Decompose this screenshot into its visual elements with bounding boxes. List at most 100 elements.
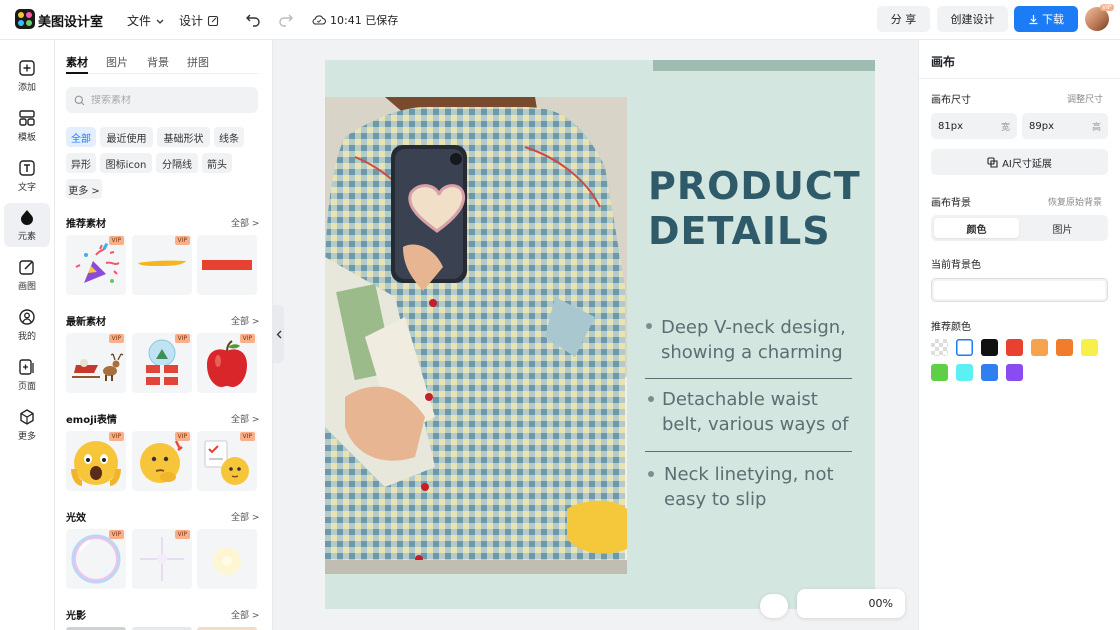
color-swatch[interactable] (981, 339, 998, 356)
color-swatch[interactable] (1081, 339, 1098, 356)
design-menu[interactable]: 设计 (179, 12, 219, 29)
zoom-control[interactable]: 00% (797, 589, 905, 618)
nav-elements[interactable]: 元素 (4, 203, 50, 247)
bullet-text[interactable]: Detachable waist (662, 387, 818, 412)
vip-badge: VIP (108, 530, 124, 539)
headline-line-1[interactable]: PRODUCT (648, 164, 861, 208)
tab-image[interactable]: 图片 (106, 54, 128, 70)
current-bg-color-field[interactable] (931, 278, 1108, 302)
design-canvas[interactable]: PRODUCT DETAILS Deep V-neck design, show… (325, 60, 875, 609)
nav-text[interactable]: 文字 (4, 154, 50, 198)
share-button[interactable]: 分 享 (877, 6, 930, 32)
asset-thumb-sleigh[interactable]: VIP (66, 333, 126, 393)
design-menu-label: 设计 (179, 14, 204, 28)
color-swatch[interactable] (956, 339, 973, 356)
bullet-text[interactable]: Deep V-neck design, (661, 315, 846, 340)
search-box[interactable] (66, 87, 258, 113)
color-swatch[interactable] (1031, 339, 1048, 356)
canvas-bg-label: 画布背景 (931, 198, 971, 209)
vip-badge: VIP (174, 432, 190, 441)
nav-draw-label: 画图 (17, 282, 36, 292)
help-button[interactable] (760, 594, 788, 618)
create-design-button[interactable]: 创建设计 (937, 6, 1008, 32)
toggle-color[interactable]: 颜色 (934, 218, 1019, 238)
chip-arrows[interactable]: 箭头 (202, 153, 232, 173)
ai-resize-button[interactable]: AI尺寸延展 (931, 149, 1108, 175)
nav-draw[interactable]: 画图 (4, 253, 50, 297)
chip-recent[interactable]: 最近使用 (100, 127, 153, 147)
file-menu[interactable]: 文件 (127, 12, 165, 29)
asset-thumb-brush-stroke[interactable]: VIP (132, 235, 192, 295)
divider-line (645, 451, 852, 452)
app-logo-icon[interactable] (15, 9, 35, 29)
tab-material[interactable]: 素材 (66, 54, 88, 70)
tab-background[interactable]: 背景 (147, 54, 169, 70)
vip-badge: VIP (108, 432, 124, 441)
nav-pages-label: 页面 (17, 382, 36, 392)
asset-thumb-glow[interactable] (197, 529, 257, 589)
nav-pages[interactable]: 页面 (4, 353, 50, 397)
panel-collapse-button[interactable] (273, 305, 284, 363)
vip-badge: VIP (174, 334, 190, 343)
save-status: 10:41 已保存 (312, 12, 398, 28)
color-swatch[interactable] (931, 339, 948, 356)
headline-line-2[interactable]: DETAILS (648, 209, 831, 253)
current-bg-label: 当前背景色 (931, 260, 981, 271)
download-button[interactable]: 下载 (1014, 6, 1078, 32)
chevron-down-icon (156, 19, 164, 24)
color-swatch[interactable] (1056, 339, 1073, 356)
bullet-text[interactable]: showing a charming (661, 340, 843, 365)
chip-irregular[interactable]: 异形 (66, 153, 96, 173)
asset-thumb-emoji-thinking[interactable]: VIP (132, 431, 192, 491)
section-all-link[interactable]: 全部 > (231, 608, 259, 621)
app-title[interactable]: 美图设计室 (38, 11, 103, 30)
vip-badge: VIP (239, 334, 255, 343)
section-all-link[interactable]: 全部 > (231, 510, 259, 523)
color-swatch[interactable] (1006, 364, 1023, 381)
asset-thumb-party-popper[interactable]: VIP (66, 235, 126, 295)
section-all-link[interactable]: 全部 > (231, 314, 259, 327)
asset-thumb-red-bar[interactable] (197, 235, 257, 295)
nav-more[interactable]: 更多 (4, 403, 50, 447)
bullet-text[interactable]: Neck linetying, not (664, 462, 834, 487)
section-all-link[interactable]: 全部 > (231, 412, 259, 425)
resize-link[interactable]: 调整尺寸 (1067, 92, 1103, 105)
chip-all[interactable]: 全部 (66, 127, 96, 147)
bg-type-toggle: 颜色 图片 (931, 215, 1108, 241)
tab-collage[interactable]: 拼图 (187, 54, 209, 70)
asset-thumb-emoji-checklist[interactable]: VIP (197, 431, 257, 491)
nav-add[interactable]: 添加 (4, 54, 50, 98)
asset-thumb-snow-globe[interactable]: VIP (132, 333, 192, 393)
color-swatch[interactable] (981, 364, 998, 381)
toggle-image[interactable]: 图片 (1020, 218, 1105, 238)
product-photo[interactable] (325, 97, 627, 574)
asset-thumb-apple[interactable]: VIP (197, 333, 257, 393)
height-field[interactable]: 89px 高 (1022, 113, 1108, 139)
chip-more[interactable]: 更多 > (66, 179, 102, 199)
search-input[interactable] (91, 94, 241, 106)
search-icon (74, 95, 85, 105)
section-title: 光效 (66, 513, 86, 524)
undo-icon[interactable] (245, 11, 261, 27)
redo-icon[interactable] (278, 11, 294, 27)
chip-lines[interactable]: 线条 (214, 127, 244, 147)
asset-thumb-emoji-scared[interactable]: VIP (66, 431, 126, 491)
color-swatch[interactable] (1006, 339, 1023, 356)
zoom-value: 00% (868, 597, 893, 610)
vip-badge: VIP (174, 236, 190, 245)
bullet-text[interactable]: easy to slip (664, 487, 766, 512)
asset-thumb-bubble[interactable]: VIP (66, 529, 126, 589)
bullet-text[interactable]: belt, various ways of (662, 412, 848, 437)
file-menu-label: 文件 (127, 14, 152, 28)
asset-thumb-sparkle[interactable]: VIP (132, 529, 192, 589)
chip-dividers[interactable]: 分隔线 (156, 153, 198, 173)
nav-template[interactable]: 模板 (4, 104, 50, 148)
width-field[interactable]: 81px 宽 (931, 113, 1017, 139)
color-swatch[interactable] (956, 364, 973, 381)
chip-icons[interactable]: 图标icon (100, 153, 152, 173)
section-all-link[interactable]: 全部 > (231, 216, 259, 229)
reset-bg-link[interactable]: 恢复原始背景 (1048, 195, 1102, 208)
chip-basic-shapes[interactable]: 基础形状 (157, 127, 210, 147)
color-swatch[interactable] (931, 364, 948, 381)
nav-mine[interactable]: 我的 (4, 303, 50, 347)
